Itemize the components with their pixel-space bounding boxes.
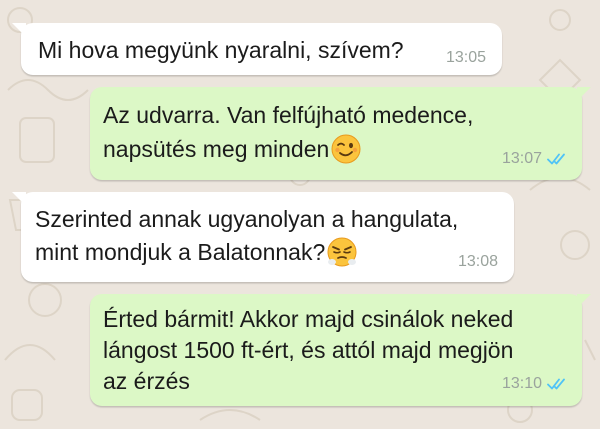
chat-messages: Mi hova megyünk nyaralni, szívem? 13:05 … [0,0,600,429]
message-text: az érzés [103,368,190,394]
message-text: Szerinted annak ugyanolyan a hangulata, [35,206,459,232]
message-time: 13:05 [445,49,486,66]
message-meta: 13:08 [458,253,498,271]
message-time: 13:08 [457,253,498,270]
incoming-message[interactable]: Szerinted annak ugyanolyan a hangulata, … [12,192,514,282]
read-double-check-icon [547,153,565,165]
message-text-line: napsütés meg minden [103,136,330,162]
outgoing-message[interactable]: Az udvarra. Van felfújható medence, naps… [90,87,591,180]
bubble-tail [12,23,26,37]
message-meta: 13:05 [446,49,486,67]
bubble-tail [577,294,591,308]
outgoing-message[interactable]: Érted bármit! Akkor majd csinálok neked … [90,294,591,406]
read-double-check-icon [547,378,565,390]
message-time: 13:10 [501,375,542,392]
face-with-steam-from-nose-emoji [327,237,357,267]
winking-face-emoji [331,134,361,164]
message-text: Érted bármit! Akkor majd csinálok neked [103,306,514,332]
message-text: Mi hova megyünk nyaralni, szívem? [38,37,404,63]
message-text: mint mondjuk a Balatonnak? [35,236,357,268]
message-text-line: mint mondjuk a Balatonnak? [35,239,326,265]
message-time: 13:07 [501,150,542,167]
message-text: napsütés meg minden [103,133,361,165]
message-text: Az udvarra. Van felfújható medence, [103,102,474,128]
bubble-tail [12,192,26,206]
incoming-message[interactable]: Mi hova megyünk nyaralni, szívem? 13:05 [12,23,502,75]
message-meta: 13:07 [502,150,569,168]
bubble-tail [577,87,591,101]
message-text: lángost 1500 ft-ért, és attól majd megjö… [103,337,514,363]
message-meta: 13:10 [502,375,569,393]
